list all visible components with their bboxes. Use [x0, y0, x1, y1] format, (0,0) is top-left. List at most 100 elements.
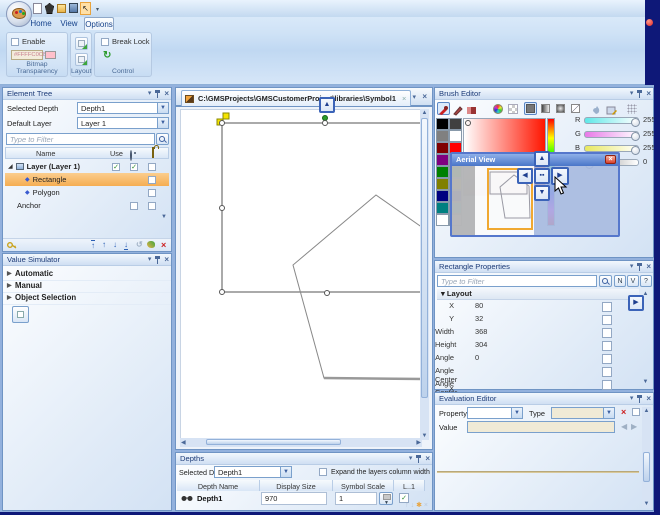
- palette-swatch[interactable]: [436, 190, 449, 202]
- col-layer1[interactable]: L..1: [394, 480, 425, 491]
- default-layer-combo[interactable]: Layer 1▼: [77, 117, 169, 129]
- panel-menu-icon[interactable]: ▾: [630, 262, 634, 271]
- panel-menu-icon[interactable]: ▾: [148, 89, 152, 98]
- refresh-icon[interactable]: ↻: [103, 50, 111, 61]
- green-slider[interactable]: [584, 131, 639, 138]
- resize-handle-icon[interactable]: [220, 121, 225, 126]
- close-icon[interactable]: ×: [605, 155, 616, 164]
- horizontal-scrollbar[interactable]: ◀ ▶: [180, 438, 422, 447]
- transparency-color-field[interactable]: #FFFFC0CB: [11, 50, 43, 60]
- visible-checkbox[interactable]: [130, 202, 138, 210]
- property-row[interactable]: Angle Center X: [435, 366, 639, 379]
- dock-guide-center-icon[interactable]: ▪▪: [534, 168, 550, 184]
- dock-guide-top-icon[interactable]: ▲: [319, 97, 335, 113]
- tab-close-icon[interactable]: ×: [402, 94, 406, 103]
- delete-icon[interactable]: ×: [161, 240, 166, 250]
- dotted-grid-icon[interactable]: [625, 102, 638, 115]
- tab-home[interactable]: Home: [29, 17, 53, 30]
- enable-checkbox[interactable]: Enable: [11, 37, 45, 46]
- chevron-down-icon[interactable]: ▼: [280, 467, 291, 477]
- scale-factor-cell[interactable]: 1: [335, 492, 377, 505]
- canvas-page[interactable]: [180, 109, 422, 440]
- property-row[interactable]: Angle0: [435, 353, 639, 366]
- blue-slider[interactable]: [584, 145, 639, 152]
- tab-options[interactable]: Options: [84, 17, 114, 30]
- document-tab[interactable]: C:\GMSProjects\GMSCustomerProject\librar…: [181, 90, 411, 106]
- solid-brush-icon[interactable]: [437, 102, 450, 115]
- display-size-cell[interactable]: 970: [261, 492, 327, 505]
- resize-handle-icon[interactable]: [220, 290, 225, 295]
- scale-spinner-button[interactable]: ▼: [379, 492, 393, 505]
- move-bottom-icon[interactable]: ↓: [124, 240, 128, 250]
- pin-icon[interactable]: [637, 90, 642, 98]
- lock-checkbox[interactable]: [148, 163, 156, 171]
- close-icon[interactable]: ×: [646, 89, 651, 98]
- slider-thumb[interactable]: [631, 146, 640, 155]
- vertical-scrollbar[interactable]: ▲ ▼: [642, 407, 651, 508]
- col-display-size[interactable]: Display Size: [260, 480, 333, 491]
- pin-icon[interactable]: [637, 263, 642, 271]
- dock-guide-up-icon[interactable]: ▲: [534, 151, 550, 167]
- layout-section-header[interactable]: ▾ Layout: [437, 289, 639, 300]
- visible-checkbox[interactable]: ✓: [130, 163, 138, 171]
- solid-fill-icon[interactable]: [524, 102, 537, 115]
- filter-n-button[interactable]: N: [614, 275, 626, 287]
- type-combo[interactable]: ▼: [551, 407, 615, 419]
- tree-row-anchor[interactable]: Anchor: [5, 199, 169, 212]
- use-checkbox[interactable]: ✓: [112, 163, 120, 171]
- expander-icon[interactable]: ◢: [8, 163, 13, 170]
- rotate-handle-icon[interactable]: [323, 116, 328, 121]
- scroll-down-icon[interactable]: ▼: [641, 379, 650, 385]
- move-top-icon[interactable]: ↑: [91, 240, 95, 250]
- dock-guide-down-icon[interactable]: ▼: [534, 185, 550, 201]
- pin-icon[interactable]: [155, 256, 160, 264]
- polygon-bottom-edge[interactable]: [324, 378, 423, 379]
- scroll-down-icon[interactable]: ▼: [160, 214, 168, 220]
- palette-swatch[interactable]: [449, 130, 462, 142]
- new-document-icon[interactable]: [33, 3, 42, 14]
- tree-row-label[interactable]: Anchor: [17, 201, 41, 210]
- property-value[interactable]: 304: [475, 340, 487, 349]
- evaluation-checkbox[interactable]: [632, 408, 640, 416]
- palette-swatch[interactable]: [436, 202, 449, 214]
- dock-guide-left-icon[interactable]: ◀: [517, 168, 533, 184]
- close-icon[interactable]: ×: [164, 255, 169, 264]
- lock-checkbox[interactable]: [148, 176, 156, 184]
- col-scale-factor[interactable]: Symbol Scale Facto: [333, 480, 394, 491]
- property-value[interactable]: 368: [475, 327, 487, 336]
- expand-layers-checkbox[interactable]: [319, 468, 327, 476]
- qat-dropdown-icon[interactable]: ▾: [96, 6, 99, 13]
- property-row[interactable]: Angle Center Y: [435, 379, 639, 392]
- property-checkbox[interactable]: [602, 341, 612, 351]
- scroll-right-icon[interactable]: ▶: [416, 439, 421, 446]
- filter-v-button[interactable]: V: [627, 275, 639, 287]
- resize-handle-icon[interactable]: [220, 206, 225, 211]
- break-lock-checkbox-box[interactable]: [101, 38, 109, 46]
- panel-menu-icon[interactable]: ▾: [630, 89, 634, 98]
- pink-color-swatch[interactable]: [45, 51, 56, 59]
- help-button[interactable]: ?: [640, 275, 652, 287]
- property-checkbox[interactable]: [602, 328, 612, 338]
- panel-menu-icon[interactable]: ▾: [630, 394, 634, 403]
- vertical-scroll-thumb[interactable]: [421, 118, 428, 398]
- property-row[interactable]: Y32: [435, 314, 639, 327]
- scroll-up-icon[interactable]: ▲: [420, 110, 429, 116]
- horizontal-scroll-thumb[interactable]: [206, 439, 341, 445]
- close-icon[interactable]: ×: [425, 454, 430, 463]
- move-down-icon[interactable]: ↓: [411, 502, 415, 509]
- open-folder-icon[interactable]: [57, 4, 66, 13]
- property-value[interactable]: 80: [475, 301, 483, 310]
- tree-row-label[interactable]: Polygon: [33, 188, 60, 197]
- polygon-shape[interactable]: [293, 195, 423, 379]
- property-value[interactable]: 0: [475, 353, 479, 362]
- tree-row-rectangle[interactable]: ◆ Rectangle: [5, 173, 169, 186]
- tab-list-icon[interactable]: ▾: [412, 93, 416, 101]
- move-up-icon[interactable]: ↑: [102, 240, 106, 249]
- layout-save-icon[interactable]: [75, 37, 88, 50]
- col-depth-name[interactable]: Depth Name: [177, 480, 260, 491]
- document-close-icon[interactable]: ×: [422, 92, 427, 101]
- lock-checkbox[interactable]: [148, 189, 156, 197]
- move-up-icon[interactable]: ↑: [405, 502, 409, 509]
- value-field[interactable]: [467, 421, 615, 433]
- red-slider[interactable]: [584, 117, 639, 124]
